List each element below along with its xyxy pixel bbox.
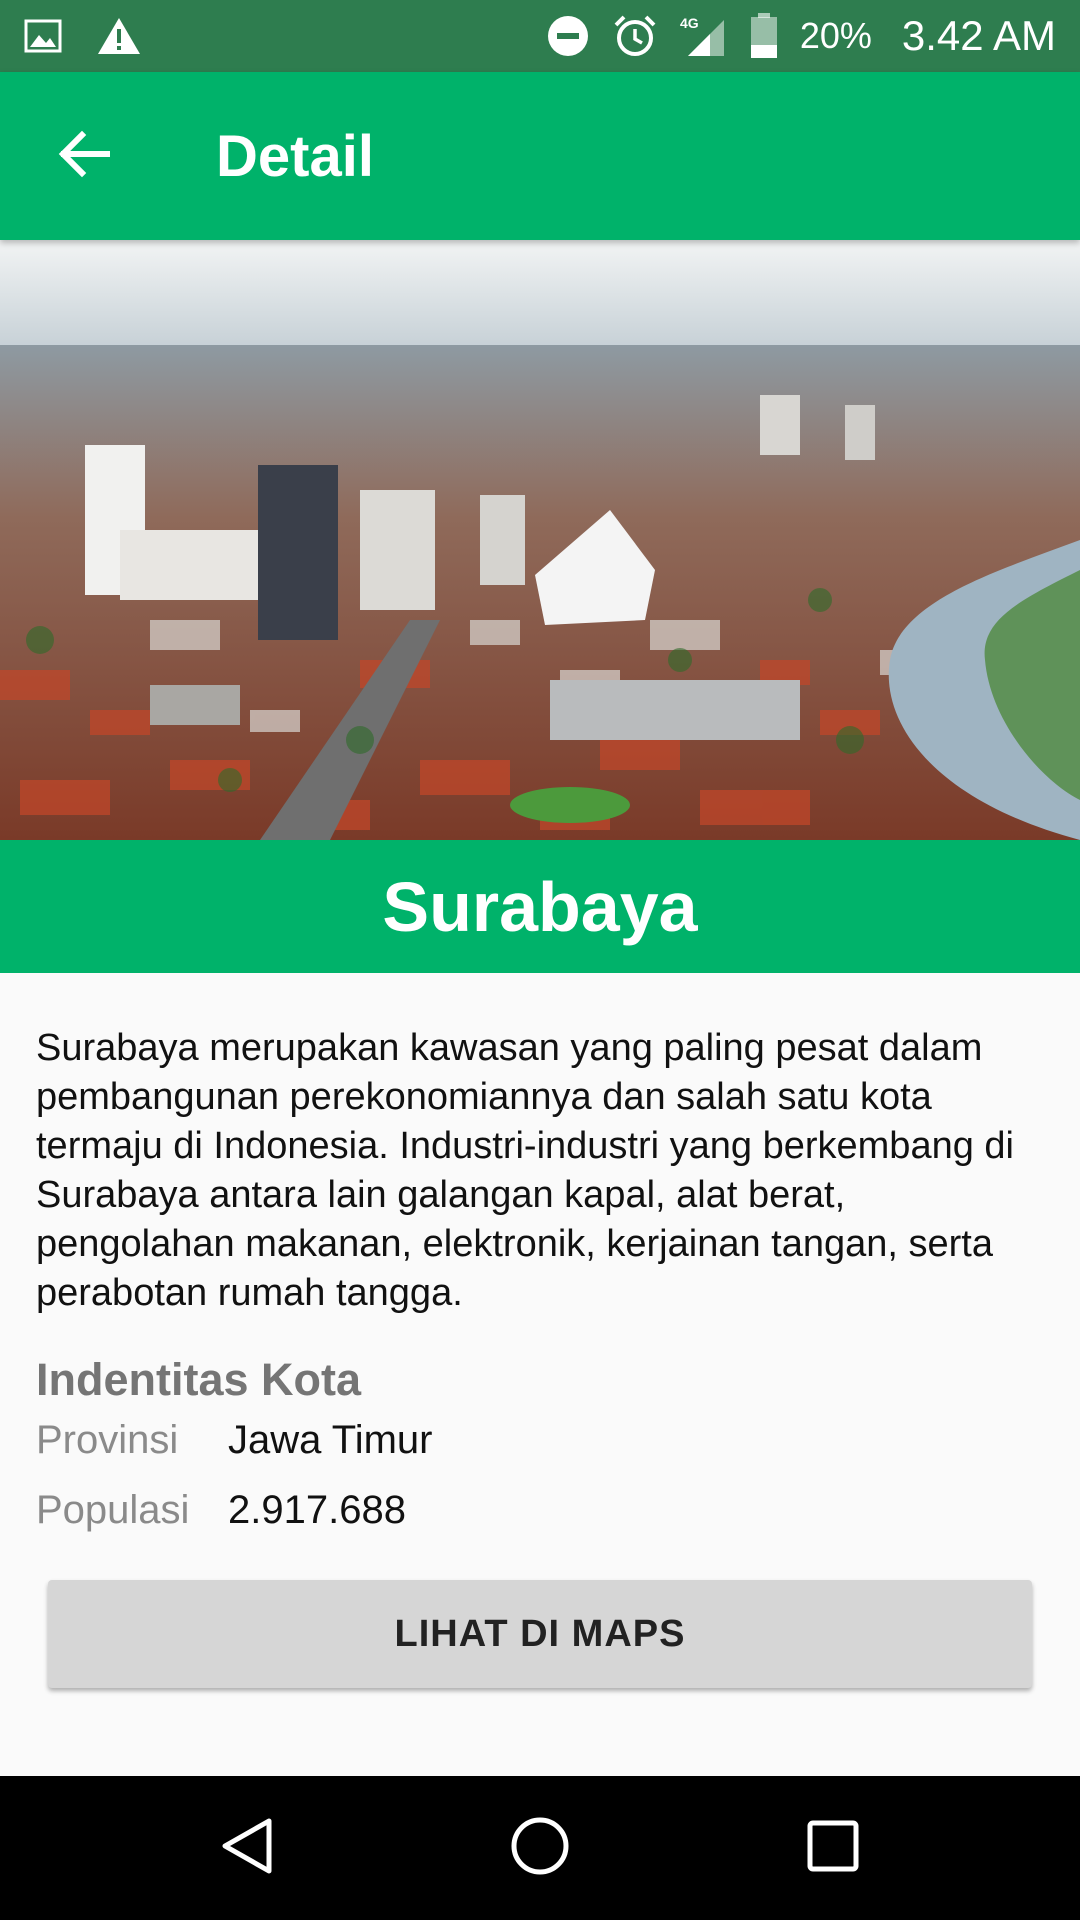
population-value: 2.917.688 — [228, 1488, 406, 1532]
warning-icon — [96, 16, 142, 56]
image-icon — [24, 19, 62, 53]
status-bar: 4G 20% 3.42 AM — [0, 0, 1080, 72]
nav-recents-button[interactable] — [773, 1788, 893, 1908]
detail-screen: 4G 20% 3.42 AM Detail Surabaya Surabaya … — [0, 0, 1080, 1920]
status-time: 3.42 AM — [901, 12, 1056, 59]
network-type-label: 4G — [680, 15, 699, 31]
battery-percent: 20% — [799, 15, 872, 56]
nav-back-button[interactable] — [187, 1788, 307, 1908]
city-photo — [0, 240, 1080, 840]
navigation-bar — [0, 1776, 1080, 1920]
back-triangle-icon — [219, 1816, 275, 1881]
nav-home-button[interactable] — [480, 1788, 600, 1908]
page-title: Detail — [216, 123, 374, 189]
province-row: Provinsi Jawa Timur — [36, 1418, 433, 1463]
back-button[interactable] — [0, 72, 168, 240]
province-label: Provinsi — [36, 1418, 179, 1462]
province-value: Jawa Timur — [228, 1418, 433, 1462]
do-not-disturb-icon — [546, 14, 590, 58]
view-on-maps-button[interactable]: LIHAT DI MAPS — [48, 1580, 1032, 1688]
population-row: Populasi 2.917.688 — [36, 1488, 406, 1533]
identity-section-title: Indentitas Kota — [36, 1354, 362, 1405]
home-circle-icon — [510, 1816, 570, 1881]
app-bar: Detail — [0, 72, 1080, 240]
population-label: Populasi — [36, 1488, 190, 1532]
battery-icon — [750, 13, 778, 59]
recents-square-icon — [806, 1819, 860, 1878]
arrow-left-icon — [58, 130, 111, 183]
signal-icon: 4G — [680, 14, 728, 58]
city-name: Surabaya — [0, 840, 1080, 973]
alarm-icon — [612, 13, 658, 59]
city-description: Surabaya merupakan kawasan yang paling p… — [36, 1027, 1014, 1314]
